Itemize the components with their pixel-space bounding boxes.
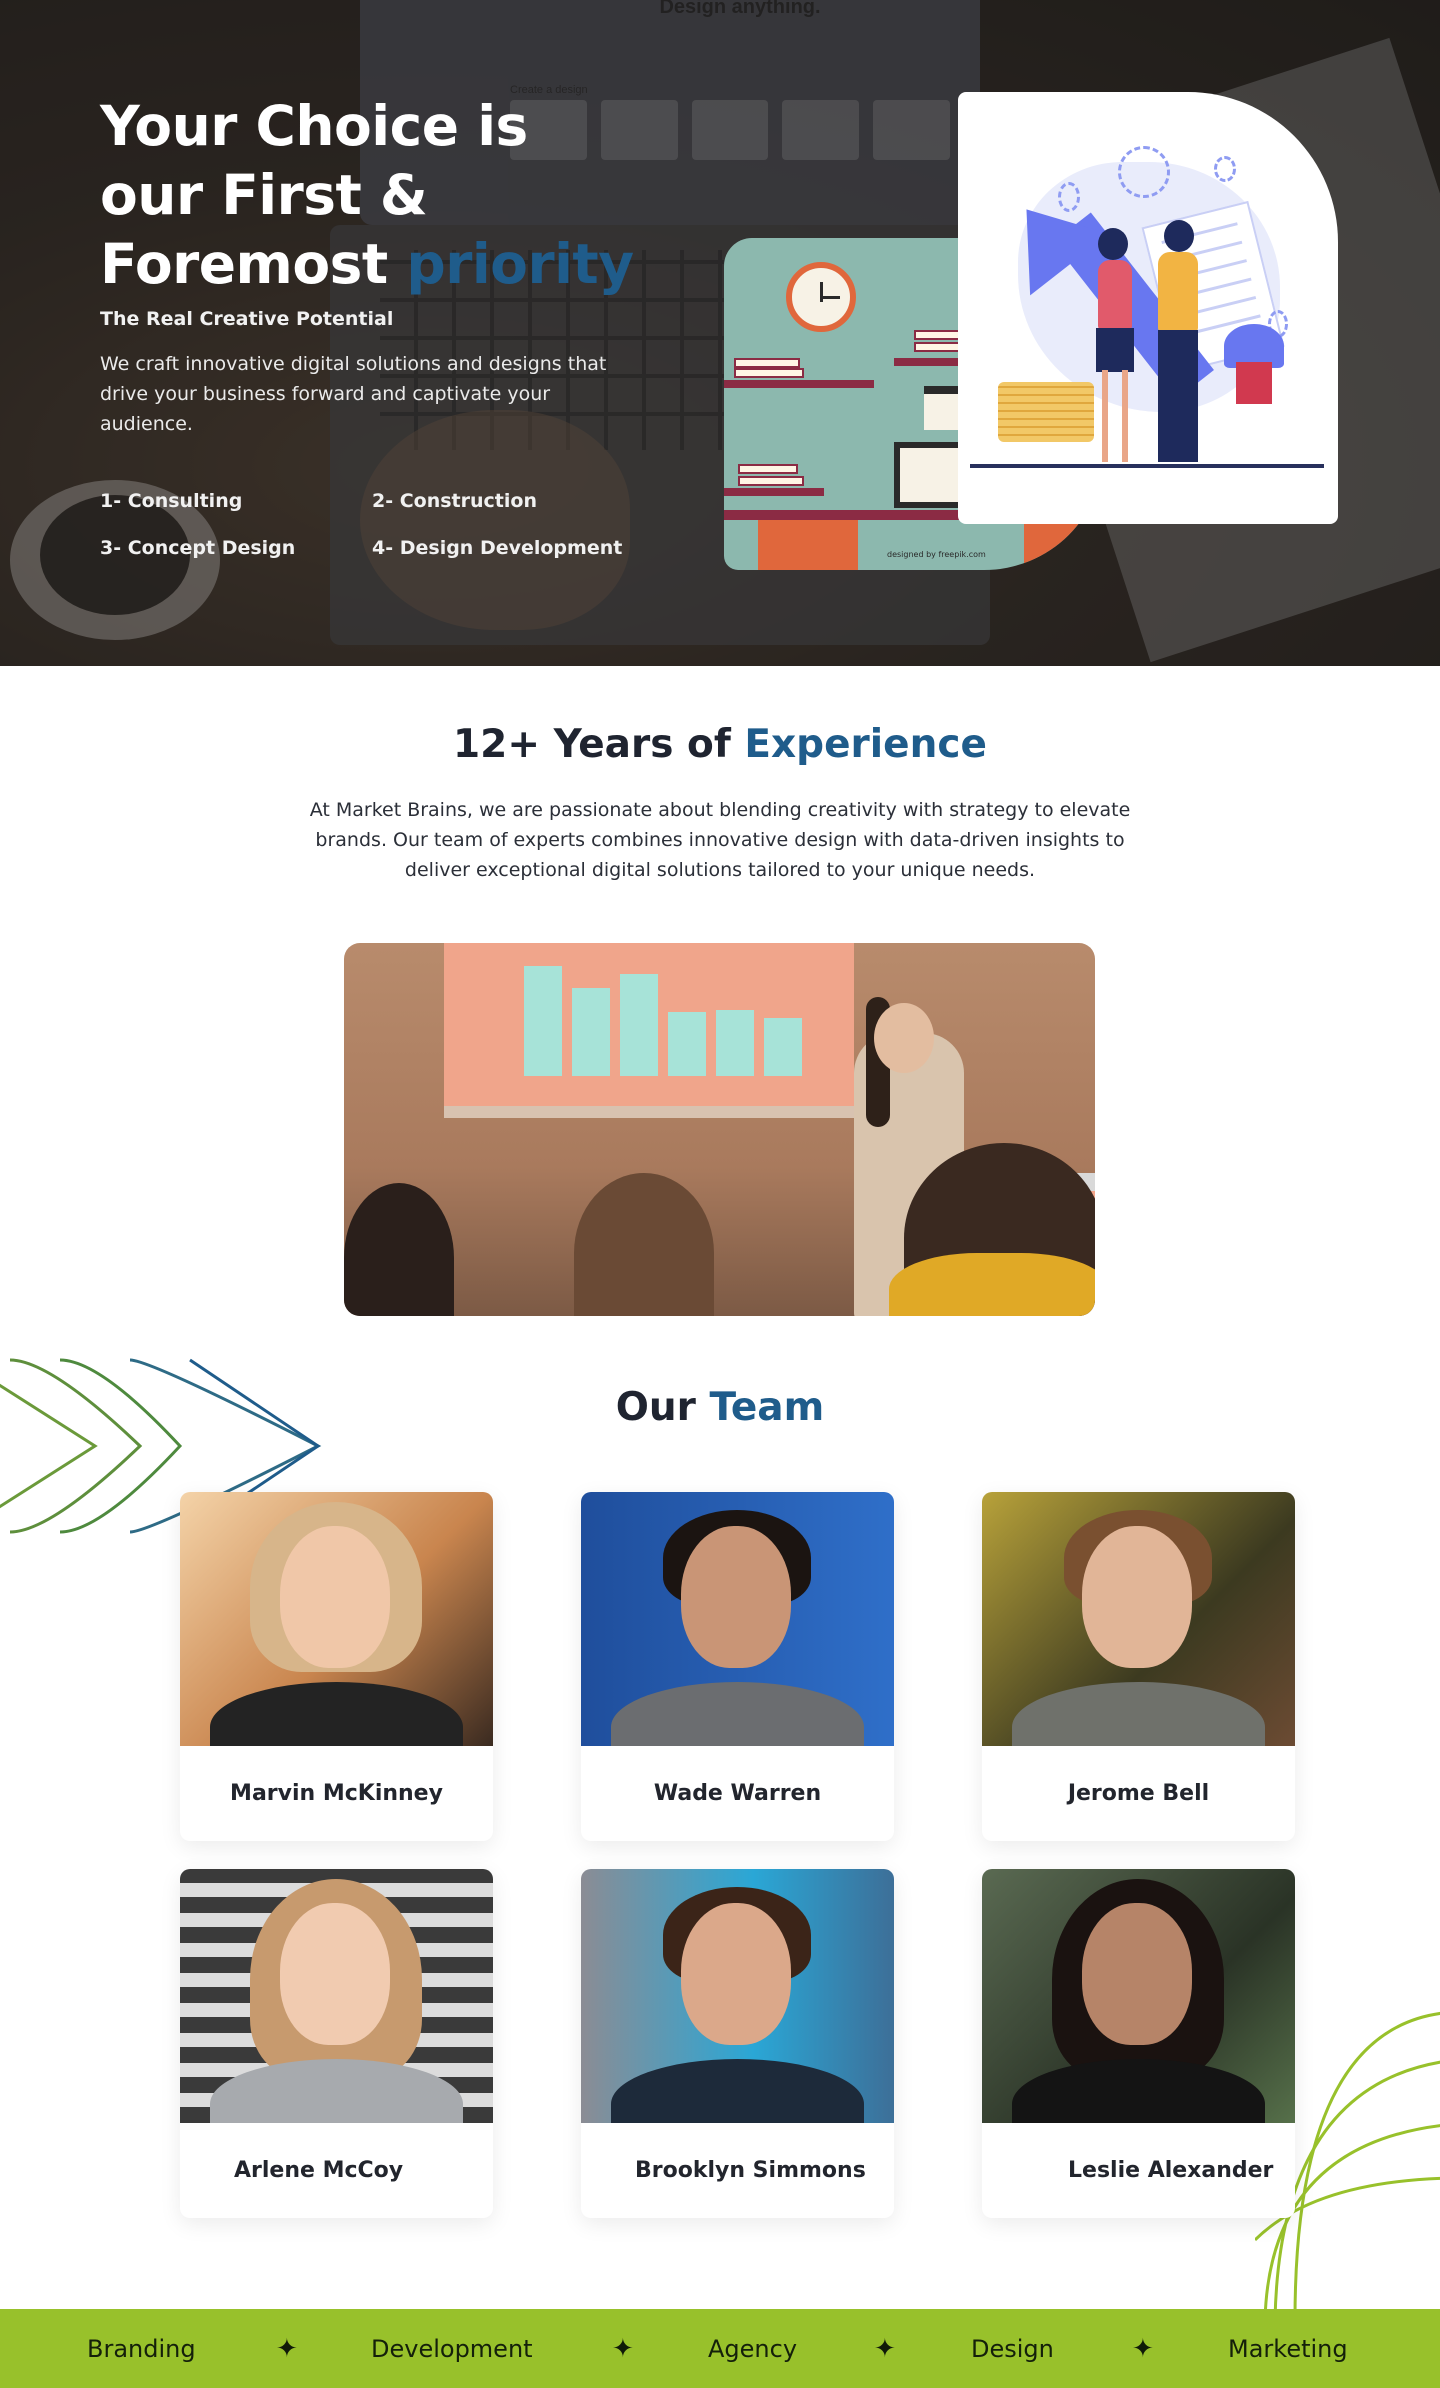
hero-section: Design anything. Create a design Your Ch… [0, 0, 1440, 666]
hero-title-line1: Your Choice is [100, 94, 528, 158]
member-photo [180, 1869, 493, 2123]
marquee-item: Development [371, 2334, 533, 2363]
team-title: Our Team [0, 1385, 1440, 1430]
member-name: Brooklyn Simmons [635, 2158, 866, 2183]
handshake-illustration [958, 92, 1338, 524]
member-name: Arlene McCoy [234, 2158, 404, 2183]
team-title-prefix: Our [615, 1385, 710, 1430]
member-photo [581, 1869, 894, 2123]
member-name: Jerome Bell [1067, 1781, 1210, 1806]
team-member-card[interactable]: Wade Warren [581, 1492, 894, 1841]
four-point-star-icon: ✦ [276, 2333, 298, 2363]
marquee-item: Design [971, 2334, 1054, 2363]
hero-title-line2: our First & [100, 163, 428, 227]
service-item: 3- Concept Design [100, 537, 296, 559]
illustration-credit: designed by freepik.com [887, 550, 986, 559]
team-member-card[interactable]: Arlene McCoy [180, 1869, 493, 2218]
member-photo [982, 1869, 1295, 2123]
hero-description: We craft innovative digital solutions an… [100, 353, 607, 435]
team-member-card[interactable]: Jerome Bell [982, 1492, 1295, 1841]
marquee-item: Marketing [1228, 2334, 1348, 2363]
service-item: 4- Design Development [372, 537, 623, 559]
hero-title: Your Choice is our First & Foremost prio… [100, 92, 700, 299]
member-name: Leslie Alexander [1068, 2158, 1274, 2183]
member-photo [581, 1492, 894, 1746]
services-list: 1- Consulting 2- Construction 3- Concept… [100, 490, 660, 559]
presentation-photo [344, 943, 1095, 1316]
hero-tagline: The Real Creative Potential [100, 308, 394, 330]
team-grid: Marvin McKinney Wade Warren Jerome Bell … [180, 1492, 1295, 2218]
team-title-accent: Team [709, 1385, 825, 1430]
service-item: 2- Construction [372, 490, 537, 512]
hero-title-accent: priority [406, 232, 634, 296]
experience-title-accent: Experience [744, 722, 987, 767]
four-point-star-icon: ✦ [874, 2333, 896, 2363]
member-name: Wade Warren [653, 1781, 822, 1806]
four-point-star-icon: ✦ [612, 2333, 634, 2363]
team-member-card[interactable]: Marvin McKinney [180, 1492, 493, 1841]
member-photo [180, 1492, 493, 1746]
member-name: Marvin McKinney [230, 1781, 443, 1806]
marquee-item: Agency [708, 2334, 798, 2363]
experience-title-prefix: 12+ Years of [453, 722, 745, 767]
services-marquee: Branding ✦ Development ✦ Agency ✦ Design… [0, 2309, 1440, 2388]
experience-description: At Market Brains, we are passionate abou… [309, 799, 1131, 881]
four-point-star-icon: ✦ [1132, 2333, 1154, 2363]
member-photo [982, 1492, 1295, 1746]
team-member-card[interactable]: Brooklyn Simmons [581, 1869, 894, 2218]
service-item: 1- Consulting [100, 490, 243, 512]
marquee-item: Branding [87, 2334, 196, 2363]
experience-title: 12+ Years of Experience [0, 722, 1440, 767]
hero-title-line3: Foremost [100, 232, 407, 296]
team-member-card[interactable]: Leslie Alexander [982, 1869, 1295, 2218]
